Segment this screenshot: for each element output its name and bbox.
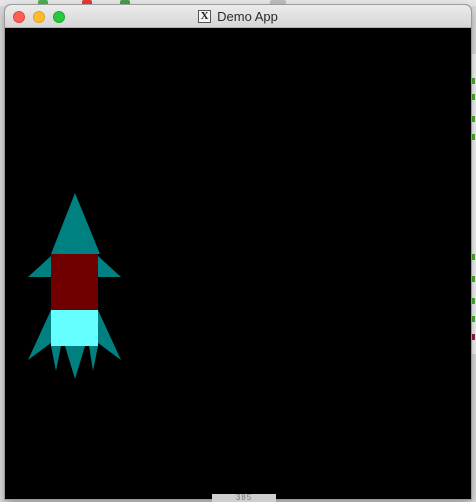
- rocket-body: [51, 254, 98, 310]
- window-title: Demo App: [217, 9, 278, 24]
- window-title-group: X Demo App: [5, 5, 471, 28]
- background-number-label: 385: [212, 494, 276, 502]
- rocket-lower-left-fin: [28, 310, 51, 360]
- rocket-upper-right-fin: [98, 256, 121, 277]
- demo-app-window: X Demo App: [5, 5, 471, 499]
- rocket-exhaust-flame: [65, 346, 85, 379]
- rocket-nose-cone: [51, 193, 100, 254]
- title-bar[interactable]: X Demo App: [5, 5, 471, 28]
- x11-icon: X: [198, 10, 212, 23]
- rocket-lower-right-fin: [98, 310, 121, 360]
- app-canvas[interactable]: [5, 28, 471, 499]
- rocket-drawing: [28, 193, 121, 379]
- rocket-upper-left-fin: [28, 256, 51, 277]
- rocket-exhaust-flame: [89, 346, 98, 371]
- rocket-tail-section: [51, 310, 98, 346]
- rocket-exhaust-flame: [51, 346, 61, 371]
